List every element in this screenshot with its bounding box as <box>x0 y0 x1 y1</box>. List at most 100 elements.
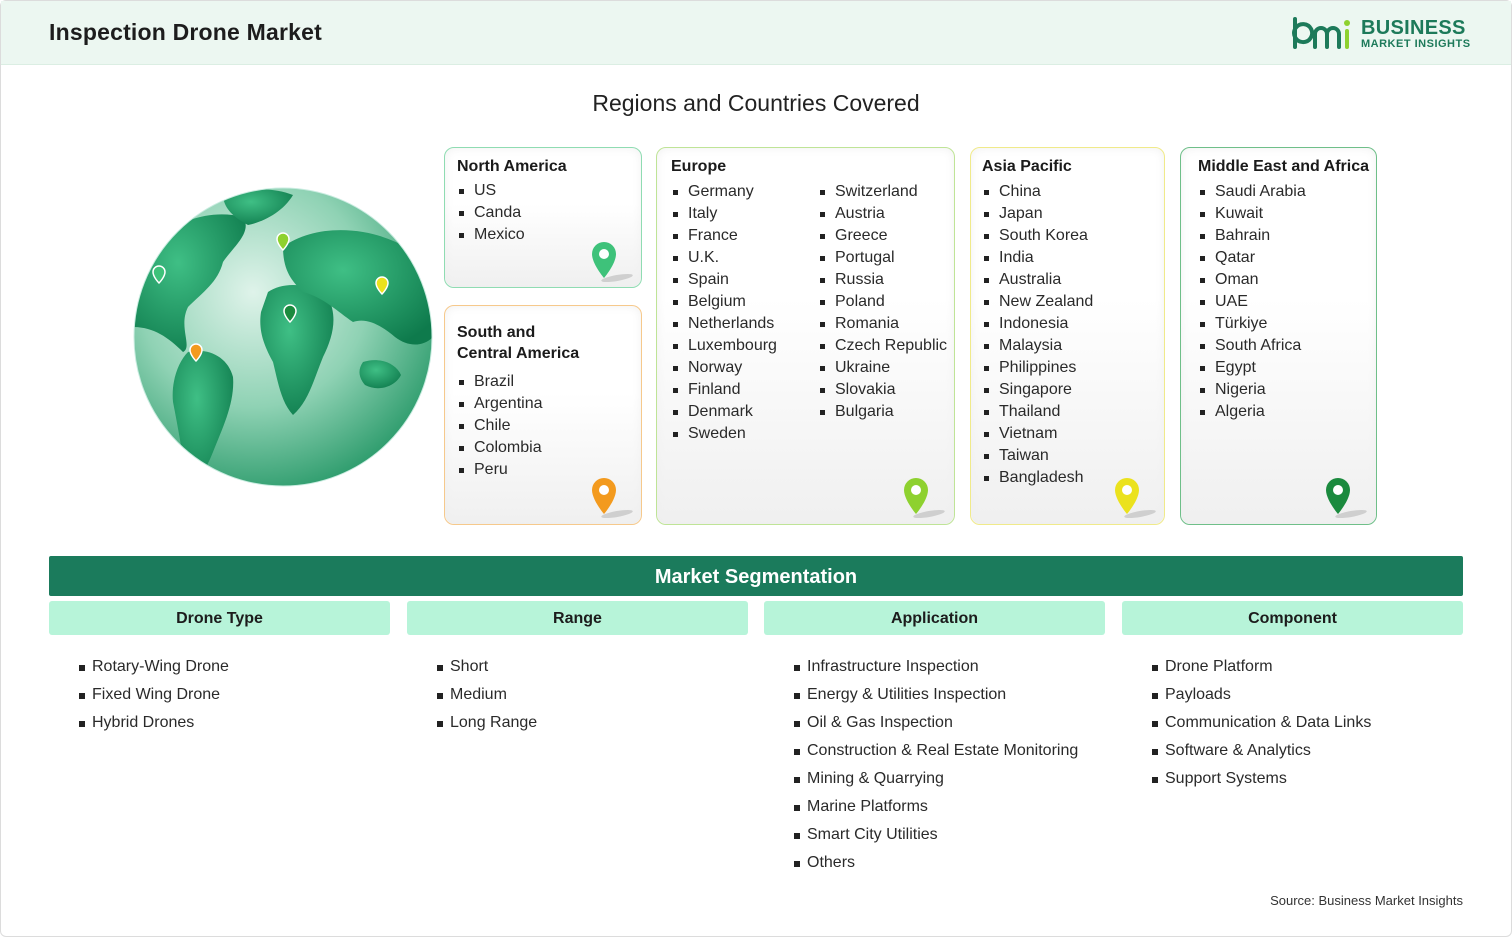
list-item: Hybrid Drones <box>79 709 229 737</box>
list-item: Denmark <box>671 401 777 423</box>
list-item: Austria <box>818 203 947 225</box>
list-item: Taiwan <box>982 445 1093 467</box>
region-title: Asia Pacific <box>982 158 1072 175</box>
list-item: Vietnam <box>982 423 1093 445</box>
list-item: Others <box>794 849 1078 877</box>
map-pin-icon <box>592 242 633 283</box>
region-title: South and Central America <box>457 322 579 364</box>
country-list: Brazil Argentina Chile Colombia Peru <box>457 371 543 481</box>
list-item: New Zealand <box>982 291 1093 313</box>
list-item: France <box>671 225 777 247</box>
list-item: Philippines <box>982 357 1093 379</box>
list-item: Luxembourg <box>671 335 777 357</box>
logo-text-market-insights: MARKET INSIGHTS <box>1361 38 1471 50</box>
list-item: Smart City Utilities <box>794 821 1078 849</box>
list-item: Long Range <box>437 709 537 737</box>
list-item: Drone Platform <box>1152 653 1371 681</box>
list-item: Norway <box>671 357 777 379</box>
region-card-europe: Europe Germany Italy France U.K. Spain B… <box>656 147 955 525</box>
list-item: Thailand <box>982 401 1093 423</box>
list-item: Mining & Quarrying <box>794 765 1078 793</box>
header-bar: Inspection Drone Market BUSINESS MARKET … <box>1 1 1511 65</box>
segmentation-title-bar: Market Segmentation <box>49 556 1463 596</box>
list-item: Communication & Data Links <box>1152 709 1371 737</box>
country-list: China Japan South Korea India Australia … <box>982 181 1093 489</box>
list-item: Medium <box>437 681 537 709</box>
list-item: Slovakia <box>818 379 947 401</box>
list-item: Indonesia <box>982 313 1093 335</box>
country-list: Saudi Arabia Kuwait Bahrain Qatar Oman U… <box>1198 181 1306 423</box>
list-item: Oman <box>1198 269 1306 291</box>
brand-logo: BUSINESS MARKET INSIGHTS <box>1291 15 1471 55</box>
list-item: Rotary-Wing Drone <box>79 653 229 681</box>
country-list-col2: Switzerland Austria Greece Portugal Russ… <box>818 181 947 423</box>
list-item: Belgium <box>671 291 777 313</box>
segment-header-application: Application <box>764 601 1105 635</box>
map-pin-icon <box>1115 478 1156 519</box>
list-item: Chile <box>457 415 543 437</box>
list-item: Fixed Wing Drone <box>79 681 229 709</box>
regions-title: Regions and Countries Covered <box>592 90 920 116</box>
list-item: UAE <box>1198 291 1306 313</box>
list-item: Spain <box>671 269 777 291</box>
list-item: Support Systems <box>1152 765 1371 793</box>
region-card-south-central-america: South and Central America Brazil Argenti… <box>444 305 642 525</box>
list-item: Malaysia <box>982 335 1093 357</box>
segment-header-drone-type: Drone Type <box>49 601 390 635</box>
list-item: Nigeria <box>1198 379 1306 401</box>
list-item: Peru <box>457 459 543 481</box>
list-item: Colombia <box>457 437 543 459</box>
list-item: US <box>457 180 525 202</box>
list-item: Oil & Gas Inspection <box>794 709 1078 737</box>
list-item: Germany <box>671 181 777 203</box>
list-item: Sweden <box>671 423 777 445</box>
list-item: Italy <box>671 203 777 225</box>
list-item: Argentina <box>457 393 543 415</box>
list-item: Saudi Arabia <box>1198 181 1306 203</box>
list-item: Mexico <box>457 224 525 246</box>
list-item: Kuwait <box>1198 203 1306 225</box>
map-pin-icon <box>592 478 633 519</box>
list-item: Brazil <box>457 371 543 393</box>
list-item: India <box>982 247 1093 269</box>
list-item: Bahrain <box>1198 225 1306 247</box>
list-item: Romania <box>818 313 947 335</box>
list-item: Infrastructure Inspection <box>794 653 1078 681</box>
list-item: Bangladesh <box>982 467 1093 489</box>
country-list: US Canda Mexico <box>457 180 525 246</box>
page-title: Inspection Drone Market <box>49 19 322 45</box>
region-card-north-america: North America US Canda Mexico <box>444 147 642 288</box>
list-item: South Korea <box>982 225 1093 247</box>
list-item: Finland <box>671 379 777 401</box>
segment-header-range: Range <box>407 601 748 635</box>
segment-list-drone-type: Rotary-Wing Drone Fixed Wing Drone Hybri… <box>79 653 229 737</box>
list-item: Construction & Real Estate Monitoring <box>794 737 1078 765</box>
list-item: Ukraine <box>818 357 947 379</box>
segment-list-component: Drone Platform Payloads Communication & … <box>1152 653 1371 793</box>
segment-list-application: Infrastructure Inspection Energy & Utili… <box>794 653 1078 877</box>
list-item: Czech Republic <box>818 335 947 357</box>
list-item: Australia <box>982 269 1093 291</box>
list-item: Netherlands <box>671 313 777 335</box>
region-title-line1: South and <box>457 324 536 341</box>
list-item: Japan <box>982 203 1093 225</box>
list-item: Singapore <box>982 379 1093 401</box>
list-item: Egypt <box>1198 357 1306 379</box>
list-item: Algeria <box>1198 401 1306 423</box>
region-card-asia-pacific: Asia Pacific China Japan South Korea Ind… <box>970 147 1165 525</box>
list-item: Switzerland <box>818 181 947 203</box>
list-item: China <box>982 181 1093 203</box>
list-item: Qatar <box>1198 247 1306 269</box>
map-pin-icon <box>1326 478 1367 519</box>
region-card-middle-east-africa: Middle East and Africa Saudi Arabia Kuwa… <box>1180 147 1377 525</box>
list-item: Bulgaria <box>818 401 947 423</box>
list-item: Short <box>437 653 537 681</box>
segment-list-range: Short Medium Long Range <box>437 653 537 737</box>
region-title-line2: Central America <box>457 345 580 362</box>
list-item: Türkiye <box>1198 313 1306 335</box>
list-item: South Africa <box>1198 335 1306 357</box>
list-item: Energy & Utilities Inspection <box>794 681 1078 709</box>
region-title: North America <box>457 158 567 175</box>
list-item: Software & Analytics <box>1152 737 1371 765</box>
list-item: Portugal <box>818 247 947 269</box>
